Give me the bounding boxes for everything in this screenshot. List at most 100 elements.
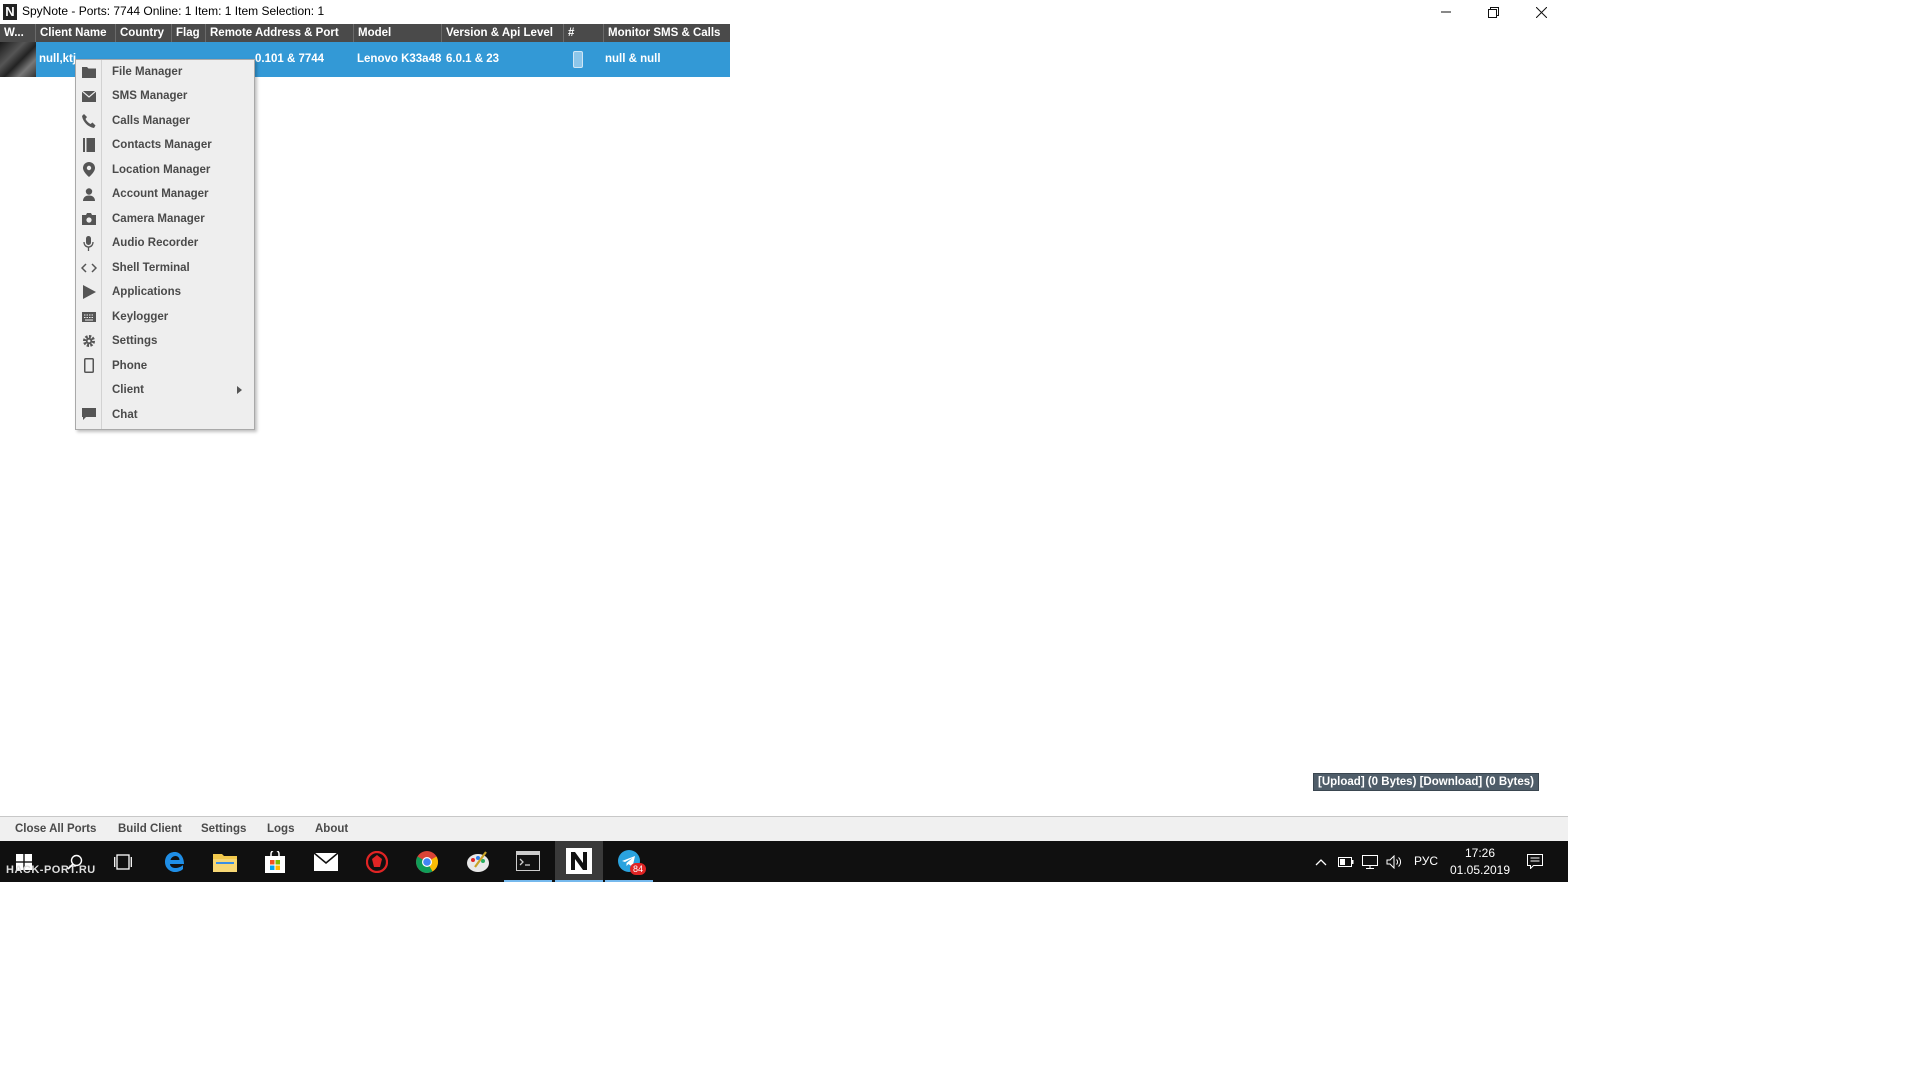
task-view-icon xyxy=(114,853,132,870)
gear-icon xyxy=(81,333,97,349)
menu-item-shell-terminal[interactable]: Shell Terminal xyxy=(76,256,254,280)
tray-network[interactable] xyxy=(1359,841,1381,882)
bottom-menu-bar: Close All Ports Build Client Settings Lo… xyxy=(0,816,1568,841)
build-client-button[interactable]: Build Client xyxy=(118,817,182,841)
settings-button[interactable]: Settings xyxy=(201,817,246,841)
menu-item-calls-manager[interactable]: Calls Manager xyxy=(76,109,254,133)
task-view-button[interactable] xyxy=(99,841,147,882)
menu-item-camera-manager[interactable]: Camera Manager xyxy=(76,207,254,231)
red-shield-app-icon xyxy=(366,850,388,873)
taskbar-file-explorer[interactable] xyxy=(201,841,249,882)
menu-item-label: Account Manager xyxy=(112,188,209,200)
column-header-version[interactable]: Version & Api Level xyxy=(442,24,564,42)
menu-item-label: Camera Manager xyxy=(112,212,205,225)
clock-time: 17:26 xyxy=(1464,846,1496,860)
menu-item-applications[interactable]: Applications xyxy=(76,280,254,304)
column-header-country[interactable]: Country xyxy=(116,24,172,42)
menu-item-label: Keylogger xyxy=(112,310,169,323)
minimize-button[interactable] xyxy=(1423,0,1469,24)
menu-item-settings[interactable]: Settings xyxy=(76,329,254,353)
menu-item-label: Audio Recorder xyxy=(112,237,199,249)
paint-palette-icon xyxy=(467,850,489,872)
store-bag-icon xyxy=(265,850,285,873)
spynote-n-icon xyxy=(566,847,592,874)
menu-item-phone[interactable]: Phone xyxy=(76,354,254,378)
envelope-icon xyxy=(81,88,97,104)
submenu-arrow-icon xyxy=(237,386,242,394)
menu-item-client[interactable]: Client xyxy=(76,378,254,402)
menu-item-label: Calls Manager xyxy=(112,114,190,127)
taskbar-chrome[interactable] xyxy=(403,841,451,882)
search-icon xyxy=(67,854,83,870)
taskbar-store[interactable] xyxy=(251,841,299,882)
chevron-up-icon xyxy=(1315,858,1327,865)
close-icon xyxy=(1535,6,1547,18)
keyboard-icon xyxy=(81,309,97,325)
taskbar-spynote[interactable] xyxy=(555,841,603,882)
microphone-icon xyxy=(81,235,97,251)
tray-volume[interactable] xyxy=(1383,841,1405,882)
column-header-model[interactable]: Model xyxy=(354,24,442,42)
restore-button[interactable] xyxy=(1470,0,1516,24)
tray-battery[interactable] xyxy=(1335,841,1357,882)
spynote-app: N SpyNote - Ports: 7744 Online: 1 Item: … xyxy=(0,0,1568,882)
version-cell: 6.0.1 & 23 xyxy=(446,53,500,65)
taskbar-edge[interactable] xyxy=(151,841,199,882)
menu-item-account-manager[interactable]: Account Manager xyxy=(76,182,254,206)
logs-button[interactable]: Logs xyxy=(267,817,294,841)
play-store-icon xyxy=(81,284,97,300)
network-monitor-icon xyxy=(1362,854,1378,869)
window-title: SpyNote - Ports: 7744 Online: 1 Item: 1 … xyxy=(22,4,325,18)
taskbar-mail[interactable] xyxy=(302,841,350,882)
speaker-volume-icon xyxy=(1386,854,1401,869)
minimize-icon xyxy=(1441,11,1451,13)
taskbar-terminal[interactable] xyxy=(504,841,552,882)
taskbar-paint[interactable] xyxy=(454,841,502,882)
camera-icon xyxy=(81,211,97,227)
model-cell: Lenovo K33a48 xyxy=(357,53,442,65)
chrome-browser-icon xyxy=(416,850,438,873)
close-all-ports-button[interactable]: Close All Ports xyxy=(15,817,96,841)
system-clock[interactable]: 17:26 01.05.2019 xyxy=(1446,845,1514,879)
smartphone-icon xyxy=(81,358,97,374)
menu-item-keylogger[interactable]: Keylogger xyxy=(76,305,254,329)
menu-item-label: Chat xyxy=(112,408,138,421)
action-center-button[interactable] xyxy=(1520,841,1550,882)
terminal-window-icon xyxy=(516,850,540,871)
edge-browser-icon xyxy=(165,851,184,872)
menu-item-audio-recorder[interactable]: Audio Recorder xyxy=(76,231,254,255)
search-button[interactable] xyxy=(51,841,99,882)
menu-item-label: Settings xyxy=(112,335,158,347)
menu-item-location-manager[interactable]: Location Manager xyxy=(76,158,254,182)
user-icon xyxy=(81,186,97,202)
chat-bubble-icon xyxy=(81,407,97,423)
close-window-button[interactable] xyxy=(1518,0,1564,24)
taskbar-telegram[interactable] xyxy=(605,841,653,882)
menu-item-label: Shell Terminal xyxy=(112,261,190,274)
tray-overflow-button[interactable] xyxy=(1310,841,1332,882)
menu-item-file-manager[interactable]: File Manager xyxy=(76,60,254,84)
menu-item-label: Phone xyxy=(112,359,148,372)
menu-item-contacts-manager[interactable]: Contacts Manager xyxy=(76,133,254,157)
menu-item-chat[interactable]: Chat xyxy=(76,403,254,427)
remote-address-cell: 0.101 & 7744 xyxy=(255,53,325,65)
folder-icon xyxy=(213,853,237,872)
wallpaper-thumbnail xyxy=(0,42,36,77)
column-header-wallpaper[interactable]: W... xyxy=(0,24,36,42)
column-header-client-name[interactable]: Client Name xyxy=(36,24,116,42)
phone-handset-icon xyxy=(81,113,97,129)
notifications-icon xyxy=(1527,854,1543,869)
column-header-flag[interactable]: Flag xyxy=(172,24,206,42)
menu-item-label: Client xyxy=(112,384,144,396)
clock-date: 01.05.2019 xyxy=(1449,863,1511,877)
column-header-monitor[interactable]: Monitor SMS & Calls xyxy=(604,24,730,42)
folder-icon xyxy=(81,64,97,80)
menu-item-sms-manager[interactable]: SMS Manager xyxy=(76,84,254,108)
clients-table-header: W... Client Name Country Flag Remote Add… xyxy=(0,24,730,42)
menu-item-label: File Manager xyxy=(112,66,183,78)
about-button[interactable]: About xyxy=(315,817,348,841)
column-header-hash[interactable]: # xyxy=(564,24,604,42)
taskbar-red-app[interactable] xyxy=(353,841,401,882)
input-language-indicator[interactable]: РУС xyxy=(1413,841,1439,882)
column-header-remote-address[interactable]: Remote Address & Port xyxy=(206,24,354,42)
